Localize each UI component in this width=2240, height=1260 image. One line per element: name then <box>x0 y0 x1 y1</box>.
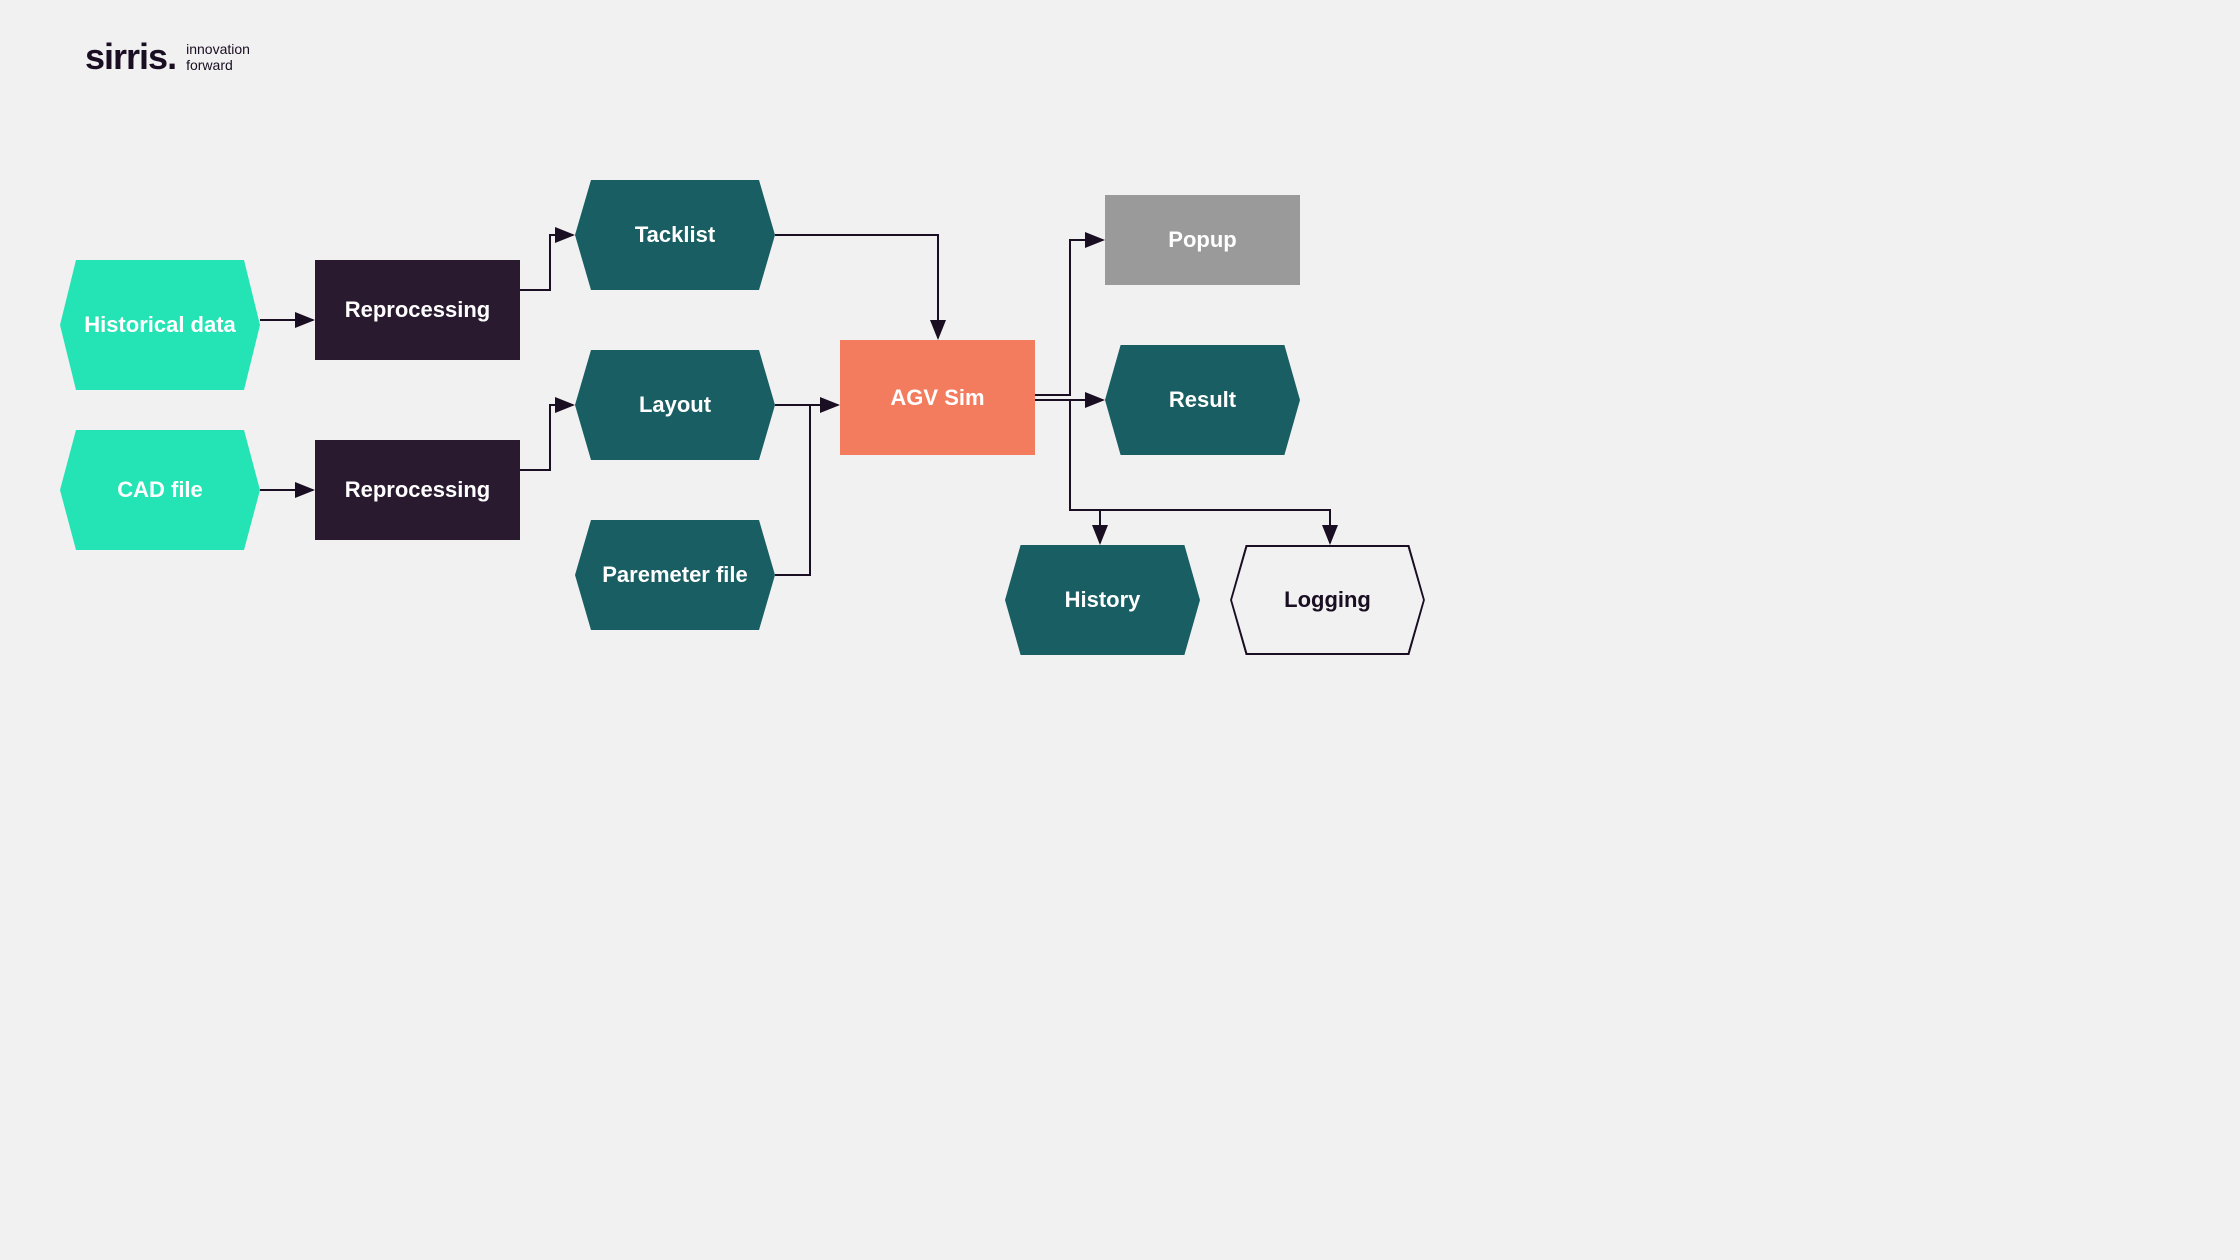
arrow-tacklist-agvsim <box>775 235 938 338</box>
node-label: History <box>1065 587 1141 613</box>
node-label: Reprocessing <box>345 477 491 503</box>
node-history: History <box>1005 545 1200 655</box>
node-result: Result <box>1105 345 1300 455</box>
node-label: CAD file <box>117 477 203 503</box>
node-tacklist: Tacklist <box>575 180 775 290</box>
node-popup: Popup <box>1105 195 1300 285</box>
node-label: Tacklist <box>635 222 715 248</box>
node-historical-data: Historical data <box>60 260 260 390</box>
node-label: Popup <box>1168 227 1236 253</box>
node-logging: Logging <box>1230 545 1425 655</box>
node-agv-sim: AGV Sim <box>840 340 1035 455</box>
node-reprocessing-2: Reprocessing <box>315 440 520 540</box>
arrow-paramfile-agvsim <box>775 405 810 575</box>
node-label: Layout <box>639 392 711 418</box>
arrow-reproc2-layout <box>520 405 573 470</box>
node-parameter-file: Paremeter file <box>575 520 775 630</box>
node-layout: Layout <box>575 350 775 460</box>
arrow-reproc1-tacklist <box>520 235 573 290</box>
node-label: Reprocessing <box>345 297 491 323</box>
arrow-agvsim-logging <box>1070 510 1330 543</box>
node-label: Result <box>1169 387 1236 413</box>
node-label: Logging <box>1284 587 1371 613</box>
node-label: Paremeter file <box>602 562 748 588</box>
node-label: Historical data <box>84 312 236 338</box>
node-cad-file: CAD file <box>60 430 260 550</box>
arrow-agvsim-popup <box>1035 240 1103 395</box>
diagram-canvas: sirris. innovation forward <box>0 0 1540 870</box>
node-label: AGV Sim <box>890 385 984 411</box>
arrow-agvsim-history <box>1070 400 1100 543</box>
node-reprocessing-1: Reprocessing <box>315 260 520 360</box>
